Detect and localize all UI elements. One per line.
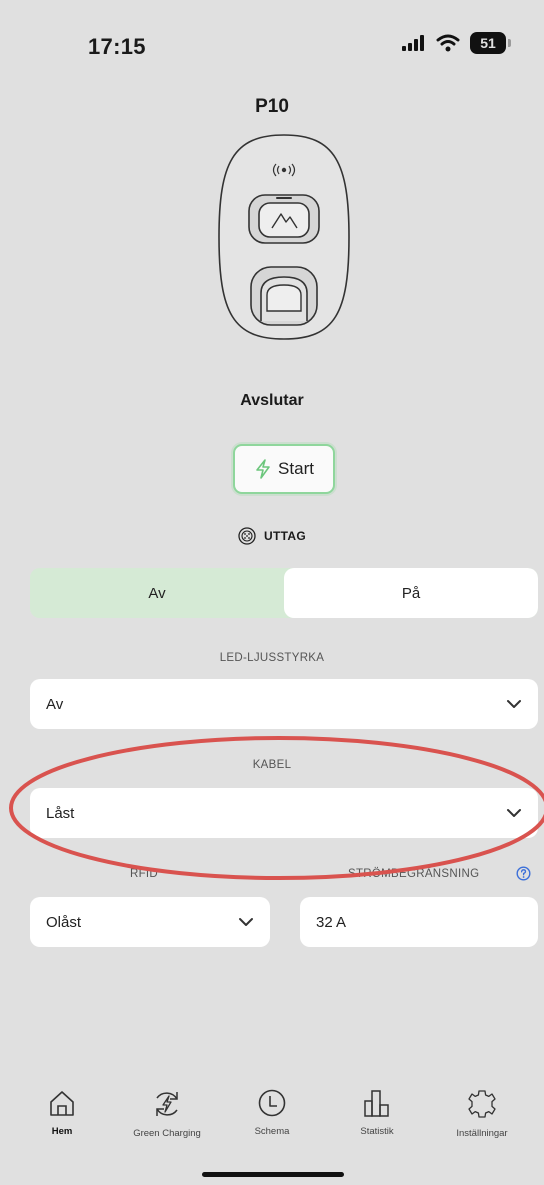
nav-item-statistics[interactable]: Statistik xyxy=(325,1088,429,1150)
outlet-label: UTTAG xyxy=(264,529,306,543)
outlet-header: UTTAG xyxy=(0,527,544,545)
rfid-value: Olåst xyxy=(46,913,82,931)
charger-illustration xyxy=(218,134,350,340)
annotation-ellipse xyxy=(9,736,544,880)
chevron-down-icon xyxy=(507,700,521,708)
clock-icon xyxy=(258,1089,286,1117)
lightning-icon xyxy=(256,459,270,479)
nav-item-settings[interactable]: Inställningar xyxy=(430,1088,534,1150)
nav-label-schedule: Schema xyxy=(254,1126,290,1137)
battery-indicator: 51 xyxy=(470,32,511,54)
status-time: 17:15 xyxy=(88,34,146,59)
nav-item-green-charging[interactable]: Green Charging xyxy=(115,1088,219,1150)
outlet-toggle[interactable]: Av På xyxy=(30,568,538,618)
wifi-icon xyxy=(436,34,460,52)
nav-label-home: Hem xyxy=(51,1126,73,1137)
current-limit-value: 32 A xyxy=(316,913,347,931)
rfid-select[interactable]: Olåst xyxy=(30,897,270,947)
charging-state: Avslutar xyxy=(240,392,304,409)
nav-label-statistics: Statistik xyxy=(360,1126,394,1137)
home-icon xyxy=(50,1091,74,1116)
gear-icon xyxy=(468,1090,496,1118)
nav-label-green-charging: Green Charging xyxy=(133,1128,201,1139)
led-brightness-select[interactable]: Av xyxy=(30,679,538,729)
home-indicator xyxy=(202,1172,344,1177)
current-limit-field[interactable]: 32 A xyxy=(300,897,538,947)
status-icons: 51 xyxy=(402,32,511,54)
nav-item-schedule[interactable]: Schema xyxy=(220,1088,324,1150)
led-brightness-label: LED-LJUSSTYRKA xyxy=(219,652,325,664)
bar-chart-icon xyxy=(364,1090,389,1117)
nav-label-settings: Inställningar xyxy=(456,1128,508,1139)
green-charging-icon xyxy=(156,1092,178,1116)
nav-item-home[interactable]: Hem xyxy=(10,1088,114,1150)
outlet-option-off[interactable]: Av xyxy=(30,568,284,618)
signal-icon xyxy=(402,35,424,51)
led-brightness-value: Av xyxy=(46,695,64,713)
device-title: P10 xyxy=(255,96,289,117)
socket-icon xyxy=(238,527,256,545)
start-button-label: Start xyxy=(278,459,314,478)
battery-level: 51 xyxy=(480,35,496,51)
start-button[interactable]: Start xyxy=(233,444,335,494)
chevron-down-icon xyxy=(239,918,253,926)
bottom-nav: Hem Green Charging Schema Statistik Inst… xyxy=(0,1088,544,1150)
outlet-option-on[interactable]: På xyxy=(284,568,538,618)
